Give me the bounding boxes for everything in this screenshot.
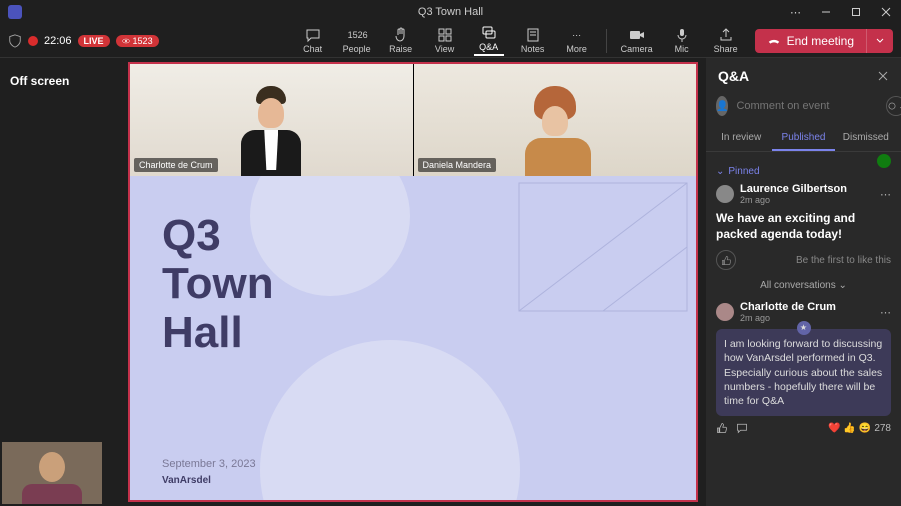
chevron-down-icon: ⌄ xyxy=(716,166,724,177)
hand-icon xyxy=(393,27,409,43)
chat-icon xyxy=(305,27,321,43)
tab-published[interactable]: Published xyxy=(772,126,834,151)
people-button[interactable]: 1526 People xyxy=(342,27,372,54)
people-icon: 1526 xyxy=(349,27,365,43)
share-button[interactable]: Share xyxy=(711,27,741,54)
end-meeting-button[interactable]: End meeting xyxy=(755,29,866,53)
qa-panel-title: Q&A xyxy=(718,68,749,84)
thumbs-up-icon xyxy=(721,255,732,266)
more-button[interactable]: ⋯ More xyxy=(562,27,592,54)
all-conversations-toggle[interactable]: All conversations ⌄ xyxy=(716,280,891,291)
pinned-text: We have an exciting and packed agenda to… xyxy=(716,211,891,242)
end-meeting-chevron[interactable] xyxy=(866,29,893,53)
qa-comment-card: Charlotte de Crum 2m ago ⋯ ★ I am lookin… xyxy=(716,301,891,434)
presenter-video-2[interactable]: Daniela Mandera xyxy=(413,64,697,176)
qa-comment-input[interactable] xyxy=(736,100,878,112)
tab-in-review[interactable]: In review xyxy=(710,126,772,151)
qa-button[interactable]: Q&A xyxy=(474,25,504,56)
reaction-count: 278 xyxy=(874,423,891,434)
chevron-down-icon xyxy=(875,36,885,46)
avatar xyxy=(716,185,734,203)
shield-icon xyxy=(8,34,22,48)
slide-title-line3: Hall xyxy=(162,309,672,357)
slide-date: September 3, 2023 xyxy=(162,458,256,470)
reply-button[interactable] xyxy=(736,422,748,434)
close-icon xyxy=(877,70,889,82)
meeting-stage: Off screen Charlotte de Crum Daniela Man… xyxy=(0,58,706,506)
offscreen-label: Off screen xyxy=(10,74,69,88)
qa-icon xyxy=(481,25,497,41)
avatar xyxy=(716,303,734,321)
comment-more-button[interactable]: ⋯ xyxy=(880,306,891,319)
raise-hand-button[interactable]: Raise xyxy=(386,27,416,54)
chat-button[interactable]: Chat xyxy=(298,27,328,54)
mic-button[interactable]: Mic xyxy=(667,27,697,54)
slide-title-line2: Town xyxy=(162,260,672,308)
comment-time: 2m ago xyxy=(740,313,836,323)
like-button[interactable] xyxy=(716,250,736,270)
qa-settings-button[interactable]: ⌄ xyxy=(886,96,901,116)
self-avatar: 👤 xyxy=(716,96,728,116)
teams-app-icon xyxy=(8,5,22,19)
comment-bubble: ★ I am looking forward to discussing how… xyxy=(716,329,891,416)
close-button[interactable] xyxy=(871,0,901,24)
camera-button[interactable]: Camera xyxy=(621,27,653,54)
notes-icon xyxy=(525,27,541,43)
presenter-video-1[interactable]: Charlotte de Crum xyxy=(130,64,413,176)
presenter-1-name: Charlotte de Crum xyxy=(134,158,218,172)
recording-indicator-icon xyxy=(28,36,38,46)
thumbs-up-icon xyxy=(716,422,728,434)
tab-dismissed[interactable]: Dismissed xyxy=(835,126,897,151)
reply-icon xyxy=(736,422,748,434)
like-prompt: Be the first to like this xyxy=(796,255,891,266)
new-activity-badge[interactable] xyxy=(877,154,891,168)
live-badge: LIVE xyxy=(78,35,110,47)
slide-title-line1: Q3 xyxy=(162,212,672,260)
eye-icon xyxy=(122,37,130,45)
grid-icon xyxy=(437,27,453,43)
minimize-button[interactable] xyxy=(811,0,841,24)
pinned-more-button[interactable]: ⋯ xyxy=(880,188,891,201)
reaction-heart-icon[interactable]: ❤️ xyxy=(828,423,840,434)
pinned-question: Laurence Gilbertson 2m ago ⋯ We have an … xyxy=(716,183,891,270)
camera-icon xyxy=(629,27,645,43)
reaction-laugh-icon[interactable]: 😄 xyxy=(859,423,871,434)
like-button[interactable] xyxy=(716,422,728,434)
notes-button[interactable]: Notes xyxy=(518,27,548,54)
pinned-time: 2m ago xyxy=(740,195,847,205)
chat-settings-icon xyxy=(887,101,897,111)
share-icon xyxy=(718,27,734,43)
reaction-thumbs-icon[interactable]: 👍 xyxy=(843,423,855,434)
titlebar-more-icon[interactable]: ⋯ xyxy=(790,6,801,19)
self-video[interactable] xyxy=(2,442,102,504)
chevron-down-icon: ⌄ xyxy=(838,280,846,291)
meeting-toolbar: 22:06 LIVE 1523 Chat 1526 People Raise V… xyxy=(0,24,901,58)
view-button[interactable]: View xyxy=(430,27,460,54)
hangup-icon xyxy=(767,34,781,48)
qa-close-button[interactable] xyxy=(877,70,889,82)
mic-icon xyxy=(674,27,690,43)
window-title: Q3 Town Hall xyxy=(418,6,483,18)
moderator-badge-icon: ★ xyxy=(797,321,811,335)
shared-content: Charlotte de Crum Daniela Mandera Q3 To xyxy=(128,62,698,502)
slide-brand: VanArsdel xyxy=(162,475,211,486)
maximize-button[interactable] xyxy=(841,0,871,24)
qa-tabs: In review Published Dismissed xyxy=(706,126,901,152)
viewer-count-badge: 1523 xyxy=(116,35,159,47)
qa-panel: Q&A 👤 ⌄ In review Published Dismissed ⌄ … xyxy=(706,58,901,506)
presenter-2-name: Daniela Mandera xyxy=(418,158,497,172)
more-icon: ⋯ xyxy=(569,27,585,43)
slide-content: Q3 Town Hall September 3, 2023 VanArsdel xyxy=(130,176,696,500)
pinned-author: Laurence Gilbertson xyxy=(740,183,847,195)
title-bar: Q3 Town Hall ⋯ xyxy=(0,0,901,24)
comment-author: Charlotte de Crum xyxy=(740,301,836,313)
pinned-section-label[interactable]: ⌄ Pinned xyxy=(716,166,891,177)
meeting-timer: 22:06 xyxy=(44,35,72,47)
